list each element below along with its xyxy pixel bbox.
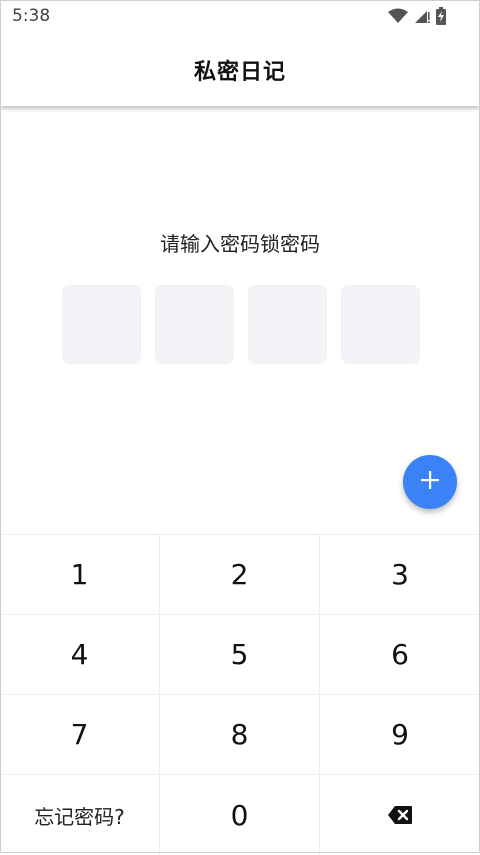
key-3[interactable]: 3 xyxy=(320,535,480,615)
app-bar: 私密日记 xyxy=(0,34,480,106)
pin-input[interactable] xyxy=(62,285,420,364)
backspace-icon xyxy=(387,805,413,825)
key-9[interactable]: 9 xyxy=(320,695,480,775)
key-7[interactable]: 7 xyxy=(0,695,160,775)
key-2[interactable]: 2 xyxy=(160,535,320,615)
status-time: 5:38 xyxy=(12,6,51,26)
battery-charging-icon xyxy=(436,7,446,25)
key-8[interactable]: 8 xyxy=(160,695,320,775)
cellular-signal-icon xyxy=(414,8,430,24)
pin-box[interactable] xyxy=(341,285,420,364)
pin-box[interactable] xyxy=(248,285,327,364)
wifi-icon xyxy=(388,8,408,24)
plus-icon xyxy=(419,469,441,495)
status-icons xyxy=(388,7,446,25)
forgot-password-button[interactable]: 忘记密码? xyxy=(0,775,160,855)
add-button[interactable] xyxy=(403,455,457,509)
key-6[interactable]: 6 xyxy=(320,615,480,695)
pin-prompt: 请输入密码锁密码 xyxy=(160,232,320,256)
key-4[interactable]: 4 xyxy=(0,615,160,695)
status-bar: 5:38 xyxy=(0,0,480,34)
page-title: 私密日记 xyxy=(193,60,286,85)
backspace-button[interactable] xyxy=(320,775,480,855)
pin-box[interactable] xyxy=(62,285,141,364)
key-0[interactable]: 0 xyxy=(160,775,320,855)
key-5[interactable]: 5 xyxy=(160,615,320,695)
numeric-keypad: 1 2 3 4 5 6 7 8 9 忘记密码? 0 xyxy=(0,534,480,855)
pin-box[interactable] xyxy=(155,285,234,364)
key-1[interactable]: 1 xyxy=(0,535,160,615)
